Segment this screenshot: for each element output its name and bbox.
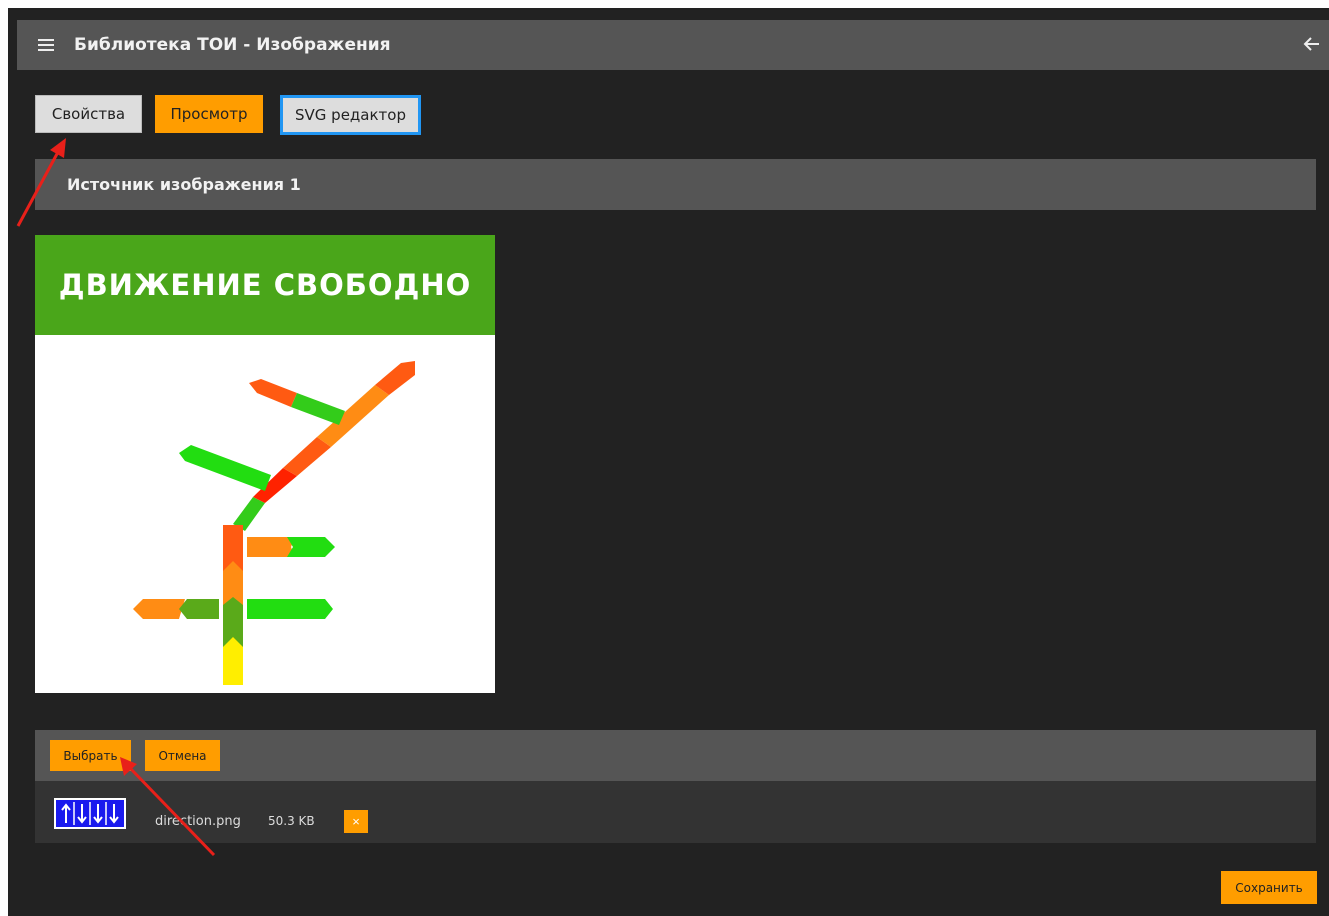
hamburger-menu-icon[interactable] <box>38 39 54 51</box>
svg-editor-tab-button[interactable]: SVG редактор <box>280 95 421 135</box>
remove-file-button[interactable]: × <box>344 810 368 833</box>
arrow-left-icon[interactable] <box>1303 34 1321 54</box>
preview-tab-button[interactable]: Просмотр <box>155 95 263 133</box>
track-diagram-image <box>133 361 415 685</box>
section-title: Источник изображения 1 <box>67 175 301 194</box>
choose-file-button[interactable]: Выбрать <box>50 740 131 771</box>
properties-tab-button[interactable]: Свойства <box>35 95 142 133</box>
image-preview: ДВИЖЕНИЕ СВОБОДНО <box>35 235 495 693</box>
file-thumbnail <box>54 798 126 829</box>
save-button[interactable]: Сохранить <box>1221 871 1317 904</box>
image-source-header: Источник изображения 1 <box>35 159 1316 210</box>
preview-banner: ДВИЖЕНИЕ СВОБОДНО <box>35 235 495 335</box>
file-name: direction.png <box>155 814 241 829</box>
page-title: Библиотека ТОИ - Изображения <box>74 35 391 55</box>
top-bar: Библиотека ТОИ - Изображения <box>17 20 1329 70</box>
upload-toolbar: Выбрать Отмена <box>35 730 1316 781</box>
uploaded-file-row: direction.png 50.3 KB × <box>35 781 1316 843</box>
banner-text: ДВИЖЕНИЕ СВОБОДНО <box>58 268 472 302</box>
file-size: 50.3 KB <box>268 814 315 828</box>
cancel-button[interactable]: Отмена <box>145 740 220 771</box>
app-window: Библиотека ТОИ - Изображения Свойства Пр… <box>8 8 1329 916</box>
